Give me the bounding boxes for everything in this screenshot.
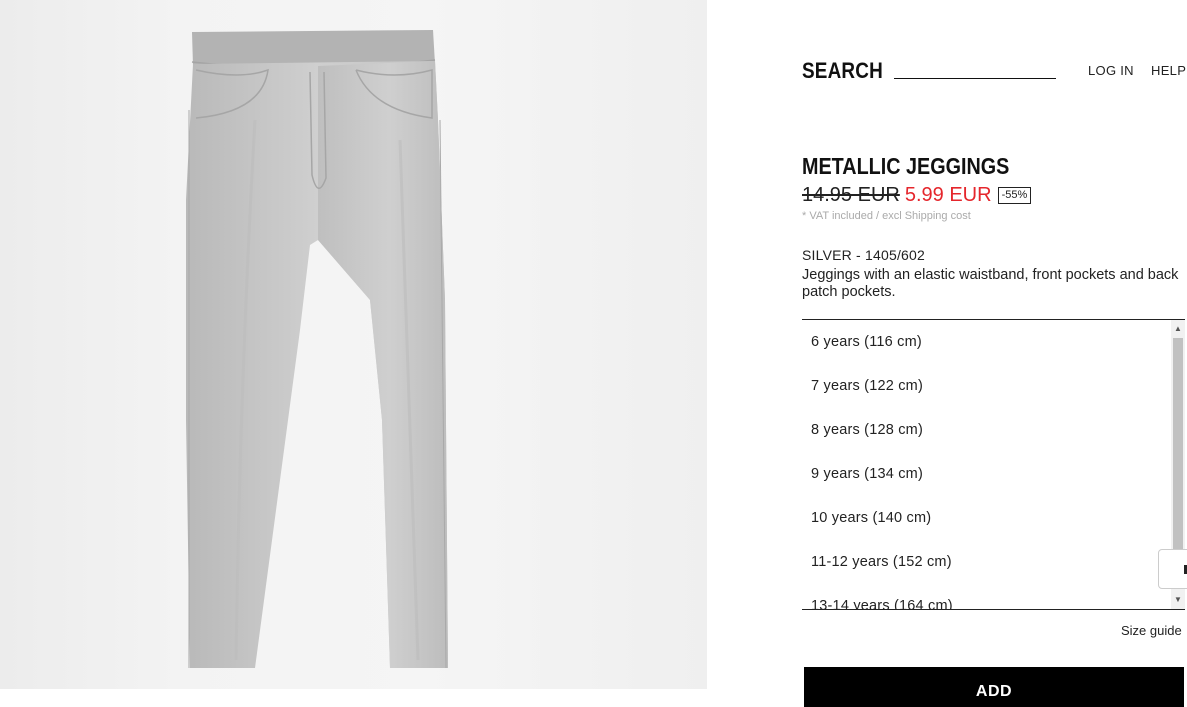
discount-badge: -55% xyxy=(997,187,1032,204)
size-option[interactable]: 10 years (140 cm) xyxy=(811,510,931,526)
size-option[interactable]: 7 years (122 cm) xyxy=(811,378,923,394)
login-link[interactable]: LOG IN xyxy=(1088,63,1134,78)
scrollbar-thumb[interactable] xyxy=(1173,338,1183,550)
vat-note: * VAT included / excl Shipping cost xyxy=(802,210,971,222)
size-option[interactable]: 9 years (134 cm) xyxy=(811,466,923,482)
triangle-down-icon[interactable]: ▼ xyxy=(1171,592,1185,608)
help-link[interactable]: HELP xyxy=(1151,63,1186,78)
size-option[interactable]: 8 years (128 cm) xyxy=(811,422,923,438)
size-guide-link[interactable]: Size guide xyxy=(1121,623,1182,638)
add-to-cart-button[interactable]: ADD xyxy=(804,667,1184,707)
product-image[interactable] xyxy=(0,0,707,689)
search-label[interactable]: SEARCH xyxy=(802,58,883,84)
size-option[interactable]: 6 years (116 cm) xyxy=(811,334,922,350)
original-price: 14.95 EUR xyxy=(802,184,900,206)
color-reference: SILVER - 1405/602 xyxy=(802,247,925,263)
price-row: 14.95 EUR 5.99 EUR -55% xyxy=(802,184,1032,207)
size-option[interactable]: 13-14 years (164 cm) xyxy=(811,598,953,609)
triangle-up-icon[interactable]: ▲ xyxy=(1171,321,1185,337)
product-panel: SEARCH LOG IN HELP METALLIC JEGGINGS 14.… xyxy=(707,0,1187,707)
product-title: METALLIC JEGGINGS xyxy=(802,153,1010,179)
size-selector[interactable]: 6 years (116 cm) 7 years (122 cm) 8 year… xyxy=(802,319,1185,610)
search-input[interactable] xyxy=(894,60,1056,79)
floating-chat-widget[interactable] xyxy=(1158,549,1187,589)
size-option[interactable]: 11-12 years (152 cm) xyxy=(811,554,952,570)
sale-price: 5.99 EUR xyxy=(904,184,992,206)
product-description: Jeggings with an elastic waistband, fron… xyxy=(802,267,1179,300)
jeggings-illustration xyxy=(186,30,448,669)
